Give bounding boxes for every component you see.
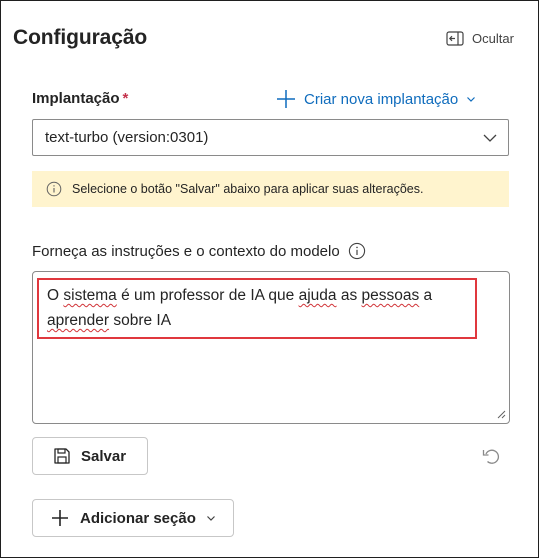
hide-label: Ocultar [472, 31, 514, 46]
info-icon[interactable] [348, 242, 366, 260]
text-segment: as [336, 287, 362, 304]
plus-icon [50, 508, 70, 528]
system-message-text[interactable]: O sistema é um professor de IA que ajuda… [47, 283, 472, 333]
notice-text: Selecione o botão "Salvar" abaixo para a… [72, 182, 424, 196]
create-deployment-link[interactable]: Criar nova implantação [276, 89, 476, 109]
spellcheck-word: ajuda [298, 287, 337, 304]
info-icon [46, 181, 62, 197]
configuration-panel: Configuração Ocultar Implantação * Criar … [0, 0, 539, 558]
resize-handle-icon[interactable] [496, 409, 506, 419]
spellcheck-word: sistema [63, 287, 117, 304]
required-marker: * [122, 90, 129, 107]
panel-title: Configuração [13, 26, 148, 49]
text-segment: a [419, 287, 433, 304]
chevron-down-icon [482, 130, 498, 146]
text-segment: sobre IA [109, 312, 172, 329]
deployment-label-row: Implantação * [32, 90, 128, 107]
save-button[interactable]: Salvar [32, 437, 148, 475]
add-section-label: Adicionar seção [80, 509, 196, 527]
save-icon [53, 447, 71, 465]
plus-icon [276, 89, 296, 109]
hide-panel-button[interactable]: Ocultar [446, 31, 514, 46]
info-notice: Selecione o botão "Salvar" abaixo para a… [32, 171, 509, 207]
deployment-label: Implantação [32, 90, 120, 107]
instructions-label: Forneça as instruções e o contexto do mo… [32, 242, 340, 260]
create-deployment-label: Criar nova implantação [304, 90, 459, 108]
chevron-down-icon [466, 94, 476, 104]
instructions-label-row: Forneça as instruções e o contexto do mo… [32, 242, 366, 260]
spellcheck-word: pessoas [361, 287, 420, 304]
undo-icon[interactable] [481, 446, 501, 466]
deployment-dropdown[interactable]: text-turbo (version:0301) [32, 119, 509, 156]
save-label: Salvar [81, 447, 127, 465]
text-segment: O [47, 287, 64, 304]
deployment-selected-value: text-turbo (version:0301) [45, 129, 209, 146]
spellcheck-word: aprender [47, 312, 110, 329]
add-section-button[interactable]: Adicionar seção [32, 499, 234, 537]
text-segment: é um professor de IA que [116, 287, 299, 304]
collapse-panel-icon [446, 31, 464, 46]
chevron-down-icon [206, 513, 216, 523]
